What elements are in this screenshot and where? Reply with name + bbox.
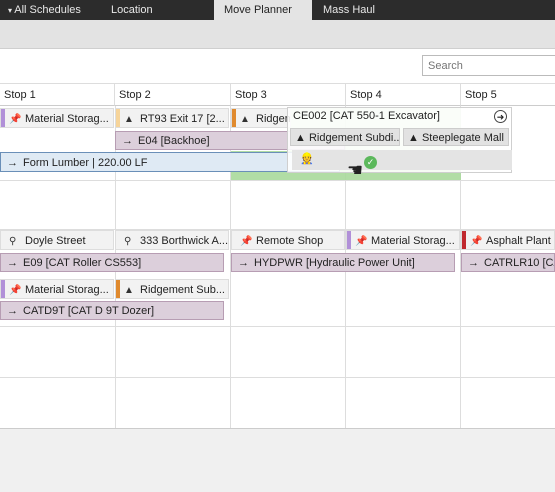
cone-icon: ▲	[408, 132, 422, 144]
stop-color-bar	[462, 231, 466, 249]
stop-ridgement[interactable]: ▲ Ridgem	[231, 108, 291, 128]
search-bar	[0, 49, 555, 84]
equipment-e09-roller[interactable]: → E09 [CAT Roller CS553]	[0, 253, 224, 272]
popup-chip-label: Steeplegate Mall ...	[421, 132, 509, 144]
search-input[interactable]	[422, 55, 555, 76]
pin-icon: 📌	[9, 285, 22, 296]
popup-operator-slot: 👷	[292, 150, 512, 170]
cone-icon: ▲	[295, 132, 309, 144]
stop-label: RT93 Exit 17 [2...	[140, 113, 225, 125]
stop-label: Asphalt Plant 2	[486, 235, 555, 247]
stop-color-bar	[1, 280, 5, 298]
tab-location-overview[interactable]: Location Overview	[101, 0, 211, 36]
stop-asphalt-plant-2[interactable]: 📌 Asphalt Plant 2	[461, 230, 555, 250]
stop-material-storage-2[interactable]: 📌 Material Storag...	[346, 230, 460, 250]
stop-333-borthwick[interactable]: ⚲ 333 Borthwick A...	[115, 230, 229, 250]
popup-chip-ridgement[interactable]: ▲ Ridgement Subdi...	[290, 128, 400, 146]
arrow-right-icon: →	[7, 257, 18, 269]
equipment-label: E04 [Backhoe]	[138, 135, 210, 147]
hand-cursor-icon: ☚	[347, 160, 364, 180]
arrow-right-icon: →	[238, 257, 249, 269]
stop-label: Material Storag...	[25, 113, 109, 125]
tab-bar: ▾ All Schedules Location Overview Move P…	[0, 0, 555, 36]
column-header-stop-2: Stop 2	[115, 84, 231, 106]
cone-icon: ▲	[240, 114, 250, 125]
column-header-stop-1: Stop 1	[0, 84, 115, 106]
stop-doyle-street[interactable]: ⚲ Doyle Street	[0, 230, 114, 250]
stop-color-bar	[232, 109, 236, 127]
pin-icon: 📌	[470, 236, 483, 247]
operator-icon: 👷	[300, 153, 314, 165]
cone-icon: ▲	[124, 114, 134, 125]
arrow-right-icon: →	[468, 257, 479, 269]
pin-icon: 📌	[355, 236, 368, 247]
stop-label: Ridgement Sub...	[140, 284, 225, 296]
footer-area	[0, 428, 555, 492]
equipment-label: HYDPWR [Hydraulic Power Unit]	[254, 257, 415, 269]
arrow-right-icon: →	[7, 157, 18, 169]
location-icon: ⚲	[124, 236, 132, 247]
equipment-catd9t-dozer[interactable]: → CATD9T [CAT D 9T Dozer]	[0, 301, 224, 320]
equipment-hydpwr[interactable]: → HYDPWR [Hydraulic Power Unit]	[231, 253, 455, 272]
popup-title: CE002 [CAT 550-1 Excavator]	[293, 110, 440, 122]
arrow-right-icon: →	[7, 305, 18, 317]
column-header-stop-3: Stop 3	[231, 84, 346, 106]
tab-label: All Schedules	[14, 4, 81, 16]
stop-color-bar	[116, 109, 120, 127]
pin-icon: 📌	[9, 114, 22, 125]
toolbar	[0, 20, 555, 49]
column-header-stop-4: Stop 4	[346, 84, 461, 106]
tab-label: Move Planner	[224, 4, 292, 16]
check-icon: ✓	[364, 156, 377, 169]
equipment-label: E09 [CAT Roller CS553]	[23, 257, 142, 269]
tab-move-planner[interactable]: Move Planner	[214, 0, 312, 20]
pin-icon: 📌	[240, 236, 253, 247]
stop-color-bar	[1, 109, 5, 127]
stop-color-bar	[116, 280, 120, 298]
tab-mass-haul-planner[interactable]: Mass Haul Planner	[313, 0, 421, 36]
popup-chip-label: Ridgement Subdi...	[308, 132, 400, 144]
arrow-right-icon: →	[122, 135, 133, 147]
go-arrow-icon[interactable]: ➜	[494, 110, 507, 123]
stop-material-storage-3[interactable]: 📌 Material Storag...	[0, 279, 114, 299]
location-icon: ⚲	[9, 236, 17, 247]
cone-icon: ▲	[124, 285, 134, 296]
row-divider	[0, 326, 555, 327]
stop-label: Remote Shop	[256, 235, 324, 247]
equipment-popup-ce002[interactable]: CE002 [CAT 550-1 Excavator] ➜ ▲ Ridgemen…	[287, 107, 512, 173]
stop-label: Material Storag...	[25, 284, 109, 296]
stop-label: Ridgem	[256, 113, 291, 125]
stop-color-bar	[347, 231, 351, 249]
equipment-label: CATRLR10 [CA	[484, 257, 555, 269]
stop-rt93-exit-17[interactable]: ▲ RT93 Exit 17 [2...	[115, 108, 229, 128]
stop-label: Material Storag...	[371, 235, 455, 247]
row-divider	[0, 180, 555, 181]
stop-remote-shop[interactable]: 📌 Remote Shop	[231, 230, 345, 250]
tab-all-schedules[interactable]: ▾ All Schedules	[0, 0, 98, 20]
equipment-catrlr10[interactable]: → CATRLR10 [CA	[461, 253, 555, 272]
equipment-label: CATD9T [CAT D 9T Dozer]	[23, 305, 155, 317]
popup-chip-steeplegate[interactable]: ▲ Steeplegate Mall ...	[403, 128, 509, 146]
stop-label: 333 Borthwick A...	[140, 235, 229, 247]
column-header-stop-5: Stop 5	[461, 84, 555, 106]
stop-material-storage[interactable]: 📌 Material Storag...	[0, 108, 114, 128]
dragged-item-label: Form Lumber | 220.00 LF	[23, 157, 148, 169]
stop-label: Doyle Street	[25, 235, 86, 247]
stop-ridgement-sub[interactable]: ▲ Ridgement Sub...	[115, 279, 229, 299]
row-divider	[0, 377, 555, 378]
